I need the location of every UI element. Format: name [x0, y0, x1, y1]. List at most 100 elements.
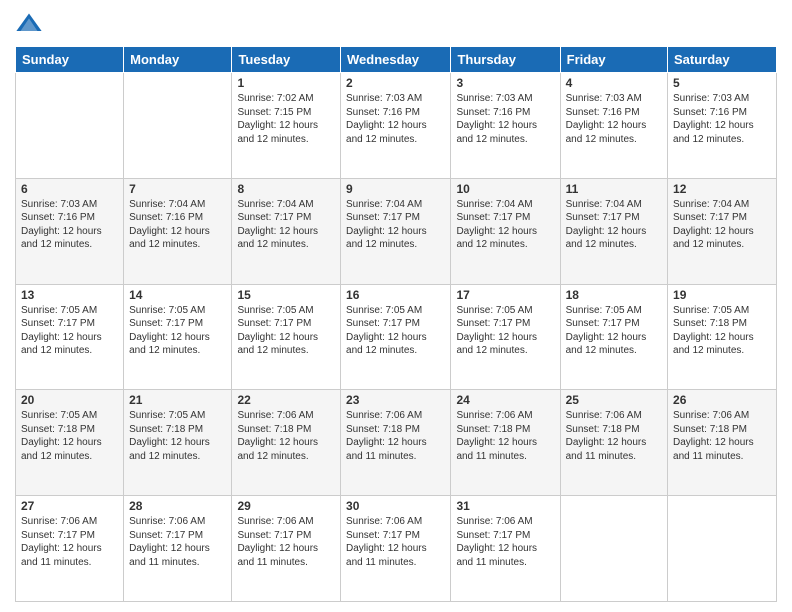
day-number: 28 — [129, 499, 226, 513]
day-number: 17 — [456, 288, 554, 302]
day-info: Sunrise: 7:06 AM Sunset: 7:17 PM Dayligh… — [346, 515, 445, 569]
header-row: SundayMondayTuesdayWednesdayThursdayFrid… — [16, 47, 777, 73]
week-row-0: 1 Sunrise: 7:02 AM Sunset: 7:15 PM Daylig… — [16, 73, 777, 179]
day-cell: 9 Sunrise: 7:04 AM Sunset: 7:17 PM Daylig… — [341, 178, 451, 284]
day-cell: 11Sunrise: 7:04 AM Sunset: 7:17 PM Dayli… — [560, 178, 667, 284]
day-cell: 14 Sunrise: 7:05 AM Sunset: 7:17 PM Dayli… — [124, 284, 232, 390]
day-cell: 3Sunrise: 7:03 AM Sunset: 7:16 PM Daylig… — [451, 73, 560, 179]
day-cell: 25 Sunrise: 7:06 AM Sunset: 7:18 PM Dayli… — [560, 390, 667, 496]
day-info: Sunrise: 7:05 AM Sunset: 7:17 PM Dayligh… — [237, 304, 335, 358]
day-info: Sunrise: 7:05 AM Sunset: 7:17 PM Dayligh… — [566, 304, 662, 358]
day-info: Sunrise: 7:06 AM Sunset: 7:18 PM Dayligh… — [346, 409, 445, 463]
day-info: Sunrise: 7:05 AM Sunset: 7:17 PM Dayligh… — [21, 304, 118, 358]
day-info: Sunrise: 7:05 AM Sunset: 7:18 PM Dayligh… — [129, 409, 226, 463]
day-info: Sunrise: 7:05 AM Sunset: 7:17 PM Dayligh… — [456, 304, 554, 358]
day-number: 6 — [21, 182, 118, 196]
day-cell: 30Sunrise: 7:06 AM Sunset: 7:17 PM Dayli… — [341, 496, 451, 602]
day-number: 19 — [673, 288, 771, 302]
day-info: Sunrise: 7:06 AM Sunset: 7:17 PM Dayligh… — [129, 515, 226, 569]
day-number: 7 — [129, 182, 226, 196]
day-cell: 17 Sunrise: 7:05 AM Sunset: 7:17 PM Dayli… — [451, 284, 560, 390]
logo-icon — [15, 10, 43, 38]
day-cell: 21 Sunrise: 7:05 AM Sunset: 7:18 PM Dayli… — [124, 390, 232, 496]
day-cell — [16, 73, 124, 179]
day-info: Sunrise: 7:04 AM Sunset: 7:16 PM Dayligh… — [129, 198, 226, 252]
day-info: Sunrise: 7:03 AM Sunset: 7:16 PM Dayligh… — [21, 198, 118, 252]
day-info: Sunrise: 7:04 AM Sunset: 7:17 PM Dayligh… — [673, 198, 771, 252]
day-cell: 4Sunrise: 7:03 AM Sunset: 7:16 PM Daylig… — [560, 73, 667, 179]
day-number: 10 — [456, 182, 554, 196]
day-info: Sunrise: 7:05 AM Sunset: 7:18 PM Dayligh… — [673, 304, 771, 358]
day-number: 5 — [673, 76, 771, 90]
day-number: 24 — [456, 393, 554, 407]
day-number: 2 — [346, 76, 445, 90]
day-info: Sunrise: 7:05 AM Sunset: 7:17 PM Dayligh… — [129, 304, 226, 358]
day-number: 26 — [673, 393, 771, 407]
day-info: Sunrise: 7:06 AM Sunset: 7:18 PM Dayligh… — [673, 409, 771, 463]
week-row-1: 6 Sunrise: 7:03 AM Sunset: 7:16 PM Daylig… — [16, 178, 777, 284]
logo — [15, 10, 47, 38]
header-wednesday: Wednesday — [341, 47, 451, 73]
day-cell: 18 Sunrise: 7:05 AM Sunset: 7:17 PM Dayli… — [560, 284, 667, 390]
day-number: 18 — [566, 288, 662, 302]
day-cell: 27Sunrise: 7:06 AM Sunset: 7:17 PM Dayli… — [16, 496, 124, 602]
day-cell — [668, 496, 777, 602]
day-cell: 16 Sunrise: 7:05 AM Sunset: 7:17 PM Dayli… — [341, 284, 451, 390]
day-number: 1 — [237, 76, 335, 90]
week-row-4: 27Sunrise: 7:06 AM Sunset: 7:17 PM Dayli… — [16, 496, 777, 602]
day-number: 4 — [566, 76, 662, 90]
day-cell: 2 Sunrise: 7:03 AM Sunset: 7:16 PM Daylig… — [341, 73, 451, 179]
day-cell: 20 Sunrise: 7:05 AM Sunset: 7:18 PM Dayli… — [16, 390, 124, 496]
day-info: Sunrise: 7:05 AM Sunset: 7:18 PM Dayligh… — [21, 409, 118, 463]
day-number: 9 — [346, 182, 445, 196]
day-info: Sunrise: 7:06 AM Sunset: 7:17 PM Dayligh… — [237, 515, 335, 569]
day-cell: 15 Sunrise: 7:05 AM Sunset: 7:17 PM Dayli… — [232, 284, 341, 390]
day-cell: 10Sunrise: 7:04 AM Sunset: 7:17 PM Dayli… — [451, 178, 560, 284]
day-number: 20 — [21, 393, 118, 407]
day-info: Sunrise: 7:06 AM Sunset: 7:18 PM Dayligh… — [566, 409, 662, 463]
day-cell: 29 Sunrise: 7:06 AM Sunset: 7:17 PM Dayli… — [232, 496, 341, 602]
day-info: Sunrise: 7:06 AM Sunset: 7:17 PM Dayligh… — [21, 515, 118, 569]
day-number: 14 — [129, 288, 226, 302]
day-info: Sunrise: 7:05 AM Sunset: 7:17 PM Dayligh… — [346, 304, 445, 358]
day-cell — [124, 73, 232, 179]
day-info: Sunrise: 7:06 AM Sunset: 7:18 PM Dayligh… — [237, 409, 335, 463]
day-cell: 6 Sunrise: 7:03 AM Sunset: 7:16 PM Daylig… — [16, 178, 124, 284]
day-cell: 22 Sunrise: 7:06 AM Sunset: 7:18 PM Dayli… — [232, 390, 341, 496]
day-cell: 19 Sunrise: 7:05 AM Sunset: 7:18 PM Dayli… — [668, 284, 777, 390]
day-cell: 13Sunrise: 7:05 AM Sunset: 7:17 PM Dayli… — [16, 284, 124, 390]
header-monday: Monday — [124, 47, 232, 73]
page: SundayMondayTuesdayWednesdayThursdayFrid… — [0, 0, 792, 612]
day-info: Sunrise: 7:04 AM Sunset: 7:17 PM Dayligh… — [237, 198, 335, 252]
day-cell: 1 Sunrise: 7:02 AM Sunset: 7:15 PM Daylig… — [232, 73, 341, 179]
day-cell: 28 Sunrise: 7:06 AM Sunset: 7:17 PM Dayli… — [124, 496, 232, 602]
day-number: 25 — [566, 393, 662, 407]
week-row-3: 20 Sunrise: 7:05 AM Sunset: 7:18 PM Dayli… — [16, 390, 777, 496]
day-info: Sunrise: 7:04 AM Sunset: 7:17 PM Dayligh… — [346, 198, 445, 252]
day-number: 22 — [237, 393, 335, 407]
day-cell — [560, 496, 667, 602]
day-cell: 8Sunrise: 7:04 AM Sunset: 7:17 PM Daylig… — [232, 178, 341, 284]
day-cell: 31Sunrise: 7:06 AM Sunset: 7:17 PM Dayli… — [451, 496, 560, 602]
day-info: Sunrise: 7:06 AM Sunset: 7:18 PM Dayligh… — [456, 409, 554, 463]
day-info: Sunrise: 7:06 AM Sunset: 7:17 PM Dayligh… — [456, 515, 554, 569]
day-number: 11 — [566, 182, 662, 196]
header-sunday: Sunday — [16, 47, 124, 73]
day-number: 23 — [346, 393, 445, 407]
day-number: 3 — [456, 76, 554, 90]
day-info: Sunrise: 7:02 AM Sunset: 7:15 PM Dayligh… — [237, 92, 335, 146]
day-number: 15 — [237, 288, 335, 302]
day-number: 29 — [237, 499, 335, 513]
day-cell: 7 Sunrise: 7:04 AM Sunset: 7:16 PM Daylig… — [124, 178, 232, 284]
week-row-2: 13Sunrise: 7:05 AM Sunset: 7:17 PM Dayli… — [16, 284, 777, 390]
day-info: Sunrise: 7:03 AM Sunset: 7:16 PM Dayligh… — [346, 92, 445, 146]
day-cell: 23 Sunrise: 7:06 AM Sunset: 7:18 PM Dayli… — [341, 390, 451, 496]
calendar-table: SundayMondayTuesdayWednesdayThursdayFrid… — [15, 46, 777, 602]
header-friday: Friday — [560, 47, 667, 73]
day-number: 12 — [673, 182, 771, 196]
day-number: 16 — [346, 288, 445, 302]
day-cell: 12 Sunrise: 7:04 AM Sunset: 7:17 PM Dayli… — [668, 178, 777, 284]
day-cell: 24 Sunrise: 7:06 AM Sunset: 7:18 PM Dayli… — [451, 390, 560, 496]
day-number: 21 — [129, 393, 226, 407]
day-cell: 26 Sunrise: 7:06 AM Sunset: 7:18 PM Dayli… — [668, 390, 777, 496]
